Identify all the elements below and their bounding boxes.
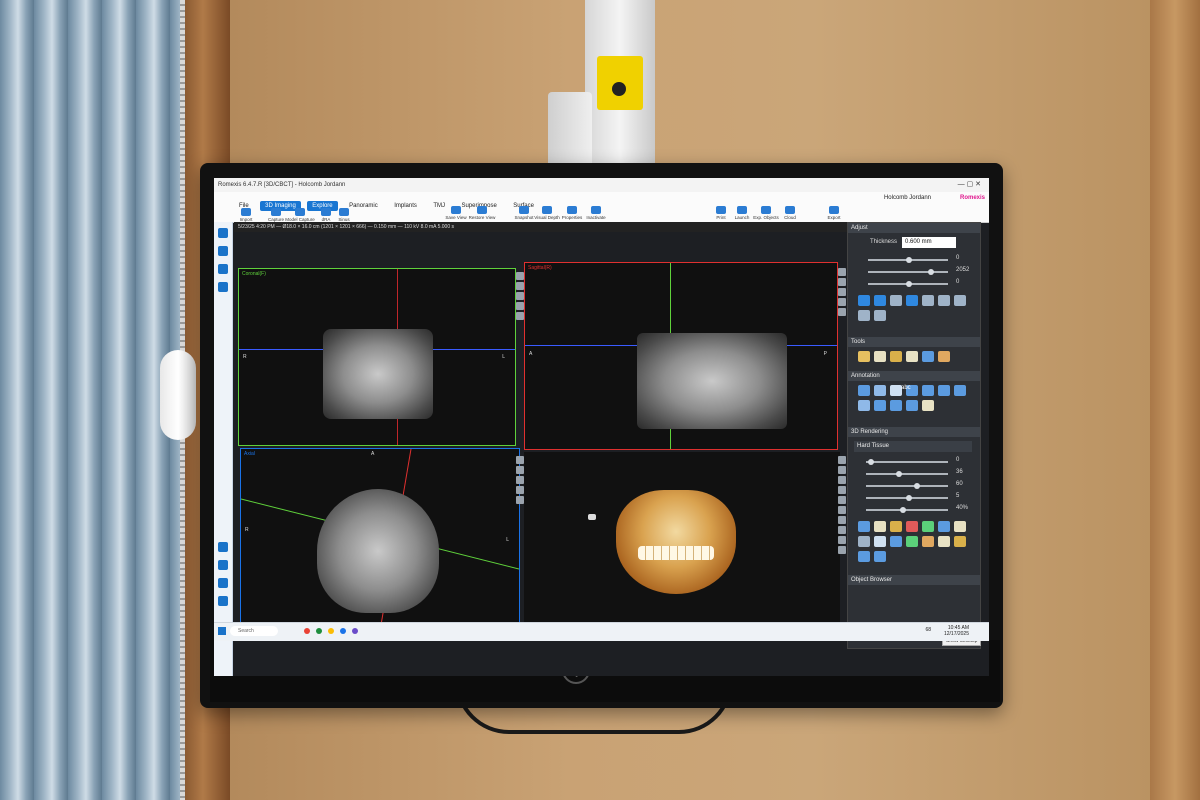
window-level-slider[interactable] — [868, 269, 948, 275]
app-icon[interactable] — [304, 628, 310, 634]
restore-view-button[interactable]: Restore View — [462, 206, 502, 220]
brand-logo: Romexis — [959, 195, 985, 201]
tab-implants[interactable]: Implants — [389, 201, 422, 211]
render-slider-5[interactable] — [866, 507, 948, 513]
thickness-label: Thickness — [870, 239, 898, 245]
orientation-right: L — [502, 354, 505, 360]
taskbar-search[interactable]: Search — [230, 626, 278, 636]
brightness-slider[interactable] — [868, 257, 948, 263]
adjust-tool-icons[interactable] — [858, 295, 976, 321]
text-annotation-label[interactable]: abc — [901, 385, 911, 391]
window-controls[interactable]: — ▢ ✕ — [958, 178, 981, 192]
user-icon[interactable] — [218, 596, 228, 606]
monitor-screen: Romexis 6.4.7.R [3D/CBCT] - Holcomb Jord… — [214, 178, 989, 676]
images-icon[interactable] — [218, 264, 228, 274]
app-icon[interactable] — [340, 628, 346, 634]
blind-wand — [160, 350, 196, 440]
window-title: Romexis 6.4.7.R [3D/CBCT] - Holcomb Jord… — [218, 182, 346, 188]
adjust-header[interactable]: Adjust — [848, 223, 980, 233]
sinus-button[interactable]: Sinus — [324, 208, 364, 222]
orientation-right: P — [823, 351, 827, 357]
tools-icons[interactable] — [858, 351, 976, 362]
thickness-dropdown[interactable]: 0.600 mm — [902, 237, 956, 248]
left-toolbar — [214, 222, 233, 676]
scan-info-bar: 5/23/25 4:20 PM — Ø18.0 × 16.0 cm (1201 … — [234, 222, 858, 232]
render-slider-2[interactable] — [866, 471, 948, 477]
orientation-left: R — [243, 354, 247, 360]
temperature: 68 — [925, 627, 931, 633]
orientation-left: A — [529, 351, 533, 357]
start-icon[interactable] — [218, 627, 226, 635]
sinus-icon — [339, 208, 349, 216]
app-icon[interactable] — [328, 628, 334, 634]
object-browser-header[interactable]: Object Browser — [848, 575, 980, 585]
coronal-viewport[interactable]: Coronal(F) R L — [238, 268, 516, 446]
coronal-ct-image — [323, 329, 433, 419]
save-view-icon — [451, 206, 461, 214]
export-button[interactable]: Export — [814, 206, 854, 220]
model-icon — [295, 208, 305, 216]
wood-trim — [1150, 0, 1200, 800]
info-icon[interactable] — [218, 578, 228, 588]
3d-skull-render — [616, 490, 736, 594]
inactivate-button[interactable]: Inactivate — [576, 206, 616, 220]
ribbon: File 3D Imaging Explore Panoramic Implan… — [214, 192, 989, 223]
scan-icon[interactable] — [218, 282, 228, 292]
sagittal-ct-image — [637, 333, 787, 429]
restore-view-icon — [477, 206, 487, 214]
teeth-render — [638, 546, 714, 560]
orientation-cube-icon[interactable] — [588, 514, 596, 520]
app-icon[interactable] — [352, 628, 358, 634]
cloud-icon — [785, 206, 795, 214]
render-slider-3[interactable] — [866, 483, 948, 489]
contrast-slider[interactable] — [868, 281, 948, 287]
coronal-side-tools[interactable] — [516, 270, 526, 322]
render-slider-1[interactable] — [866, 459, 948, 465]
viewport-label: Sagittal(R) — [528, 265, 552, 271]
cloud-button[interactable]: Cloud — [770, 206, 810, 220]
axial-ct-image — [317, 489, 439, 613]
mount-bracket — [548, 92, 592, 172]
right-panel: Adjust Thickness 0.600 mm 0 2052 0 Tools… — [847, 222, 981, 649]
viewport-label: Coronal(F) — [242, 271, 266, 277]
visual-depth-icon — [542, 206, 552, 214]
axial-viewport[interactable]: Axial A R L — [240, 448, 520, 626]
patient-icon[interactable] — [218, 246, 228, 256]
render-slider-4[interactable] — [866, 495, 948, 501]
warning-icon — [612, 82, 626, 96]
render-viewport[interactable] — [524, 452, 840, 632]
axial-side-tools[interactable] — [516, 454, 526, 506]
settings-icon[interactable] — [218, 542, 228, 552]
home-icon[interactable] — [218, 228, 228, 238]
export-icon — [829, 206, 839, 214]
annotation-icons[interactable] — [858, 385, 976, 411]
sagittal-viewport[interactable]: Sagittal(R) A P — [524, 262, 838, 450]
3d-rendering-header[interactable]: 3D Rendering — [848, 427, 980, 437]
import-icon — [241, 208, 251, 216]
rendering-preset-dropdown[interactable]: Hard Tissue — [854, 441, 972, 452]
annotation-header[interactable]: Annotation — [848, 371, 980, 381]
help-icon[interactable] — [218, 560, 228, 570]
taskbar: Search 68 10:45 AM 12/17/2025 — [214, 622, 989, 641]
tools-header[interactable]: Tools — [848, 337, 980, 347]
user-name[interactable]: Holcomb Jordann — [884, 195, 931, 201]
rendering-icons[interactable] — [858, 521, 976, 562]
title-bar: Romexis 6.4.7.R [3D/CBCT] - Holcomb Jord… — [214, 178, 989, 192]
inactivate-icon — [591, 206, 601, 214]
app-icon[interactable] — [316, 628, 322, 634]
clock[interactable]: 10:45 AM 12/17/2025 — [944, 625, 969, 637]
